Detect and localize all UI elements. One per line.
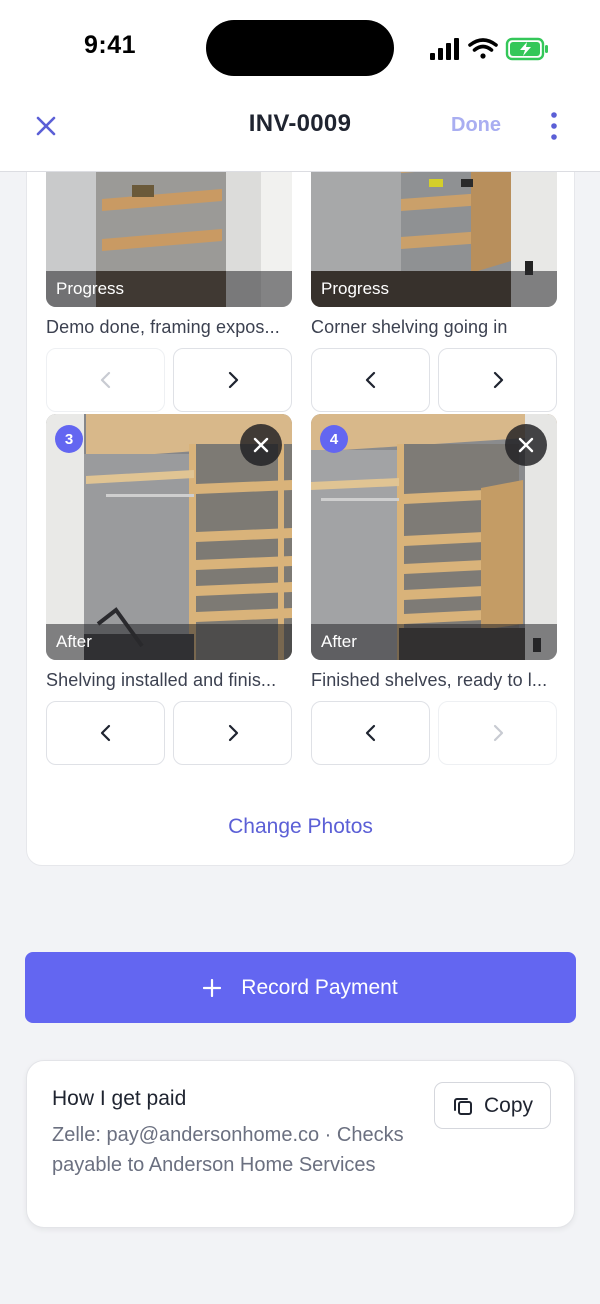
move-right-button[interactable] [438,701,557,765]
photo-caption[interactable]: Finished shelves, ready to l... [311,670,557,691]
photo-tile: 4 After Finished shelves, ready to l... [311,414,557,765]
stage-label: Progress [321,279,390,298]
stage-label: After [321,632,357,651]
remove-photo-button[interactable] [505,424,547,466]
move-right-button[interactable] [173,348,292,412]
photo-caption[interactable]: Corner shelving going in [311,317,557,338]
close-icon[interactable] [30,110,62,142]
photo-order-badge: 4 [320,425,348,453]
photo-tile: Progress Demo done, framing expos... [46,172,292,412]
chevron-left-icon [365,371,375,389]
battery-icon [505,37,548,61]
photo-thumbnail[interactable]: Progress [311,172,557,307]
chevron-left-icon [365,724,375,742]
remove-photo-button[interactable] [240,424,282,466]
photo-thumbnail[interactable]: Progress [46,172,292,307]
chevron-right-icon [228,371,238,389]
move-left-button[interactable] [311,701,430,765]
payment-info-card: How I get paid Zelle: pay@andersonhome.c… [26,1060,575,1228]
copy-label: Copy [483,1093,534,1117]
photo-order-badge: 3 [55,425,83,453]
photo-caption[interactable]: Shelving installed and finis... [46,670,292,691]
chevron-right-icon [493,724,503,742]
photos-card: Progress Demo done, framing expos... Pro… [26,172,575,866]
photo-tile: 3 After Shelving installed and finis... [46,414,292,765]
copy-button[interactable]: Copy [434,1082,551,1129]
plus-icon [203,978,222,997]
record-payment-label: Record Payment [241,975,398,999]
chevron-left-icon [100,371,110,389]
stage-label: Progress [56,279,125,298]
photo-thumbnail[interactable]: 3 After [46,414,292,660]
nav-header: INV-0009 Done [0,98,600,172]
more-options-icon[interactable] [544,110,564,142]
status-bar: 9:41 [0,0,600,98]
record-payment-button[interactable]: Record Payment [25,952,576,1023]
photo-caption[interactable]: Demo done, framing expos... [46,317,292,338]
move-left-button[interactable] [46,701,165,765]
move-left-button[interactable] [311,348,430,412]
chevron-right-icon [493,371,503,389]
copy-icon [453,1097,472,1115]
payment-info-details: Zelle: pay@andersonhome.co · Checks paya… [52,1124,404,1176]
status-icons [430,37,548,61]
change-photos-link[interactable]: Change Photos [27,815,574,839]
status-time: 9:41 [84,31,137,59]
wifi-icon [468,38,498,59]
move-left-button[interactable] [46,348,165,412]
dynamic-island [206,20,394,76]
done-button[interactable]: Done [451,114,501,137]
photo-tile: Progress Corner shelving going in [311,172,557,412]
move-right-button[interactable] [438,348,557,412]
chevron-right-icon [228,724,238,742]
photo-thumbnail[interactable]: 4 After [311,414,557,660]
close-icon [253,437,269,453]
content-scroll[interactable]: Progress Demo done, framing expos... Pro… [0,172,600,1304]
signal-icon [430,38,459,60]
close-icon [518,437,534,453]
payment-info-title: How I get paid [52,1087,187,1110]
move-right-button[interactable] [173,701,292,765]
page-title: INV-0009 [248,110,352,137]
stage-label: After [56,632,92,651]
chevron-left-icon [100,724,110,742]
